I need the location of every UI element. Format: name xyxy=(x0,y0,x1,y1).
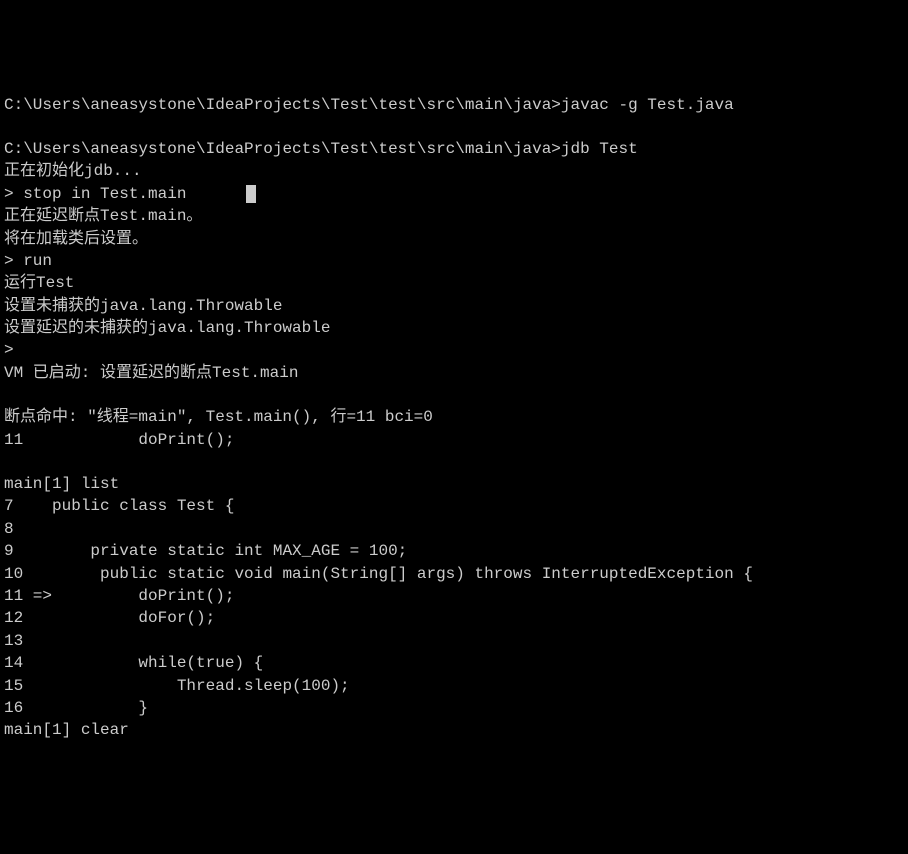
terminal-line: 断点命中: "线程=main", Test.main(), 行=11 bci=0 xyxy=(4,406,904,428)
terminal-line: 12 doFor(); xyxy=(4,607,904,629)
terminal-line: > stop in Test.main xyxy=(4,183,904,205)
terminal-line: 14 while(true) { xyxy=(4,652,904,674)
cursor xyxy=(246,185,256,203)
terminal-line: 16 } xyxy=(4,697,904,719)
terminal-line: 正在延迟断点Test.main。 xyxy=(4,205,904,227)
terminal-output[interactable]: C:\Users\aneasystone\IdeaProjects\Test\t… xyxy=(4,94,904,742)
terminal-line: 11 => doPrint(); xyxy=(4,585,904,607)
terminal-line: VM 已启动: 设置延迟的断点Test.main xyxy=(4,362,904,384)
terminal-line: C:\Users\aneasystone\IdeaProjects\Test\t… xyxy=(4,94,904,116)
terminal-line: 11 doPrint(); xyxy=(4,429,904,451)
terminal-line xyxy=(4,116,904,138)
terminal-line: 15 Thread.sleep(100); xyxy=(4,675,904,697)
terminal-line xyxy=(4,384,904,406)
terminal-line: 设置延迟的未捕获的java.lang.Throwable xyxy=(4,317,904,339)
terminal-line: 运行Test xyxy=(4,272,904,294)
terminal-line: 13 xyxy=(4,630,904,652)
terminal-line: main[1] clear xyxy=(4,719,904,741)
terminal-line: > xyxy=(4,339,904,361)
terminal-line: 7 public class Test { xyxy=(4,495,904,517)
terminal-line: 8 xyxy=(4,518,904,540)
terminal-line: > run xyxy=(4,250,904,272)
terminal-line: main[1] list xyxy=(4,473,904,495)
terminal-line: 将在加载类后设置。 xyxy=(4,228,904,250)
terminal-line: 9 private static int MAX_AGE = 100; xyxy=(4,540,904,562)
terminal-line: 10 public static void main(String[] args… xyxy=(4,563,904,585)
terminal-line xyxy=(4,451,904,473)
terminal-line: 正在初始化jdb... xyxy=(4,160,904,182)
terminal-line: C:\Users\aneasystone\IdeaProjects\Test\t… xyxy=(4,138,904,160)
terminal-line: 设置未捕获的java.lang.Throwable xyxy=(4,295,904,317)
